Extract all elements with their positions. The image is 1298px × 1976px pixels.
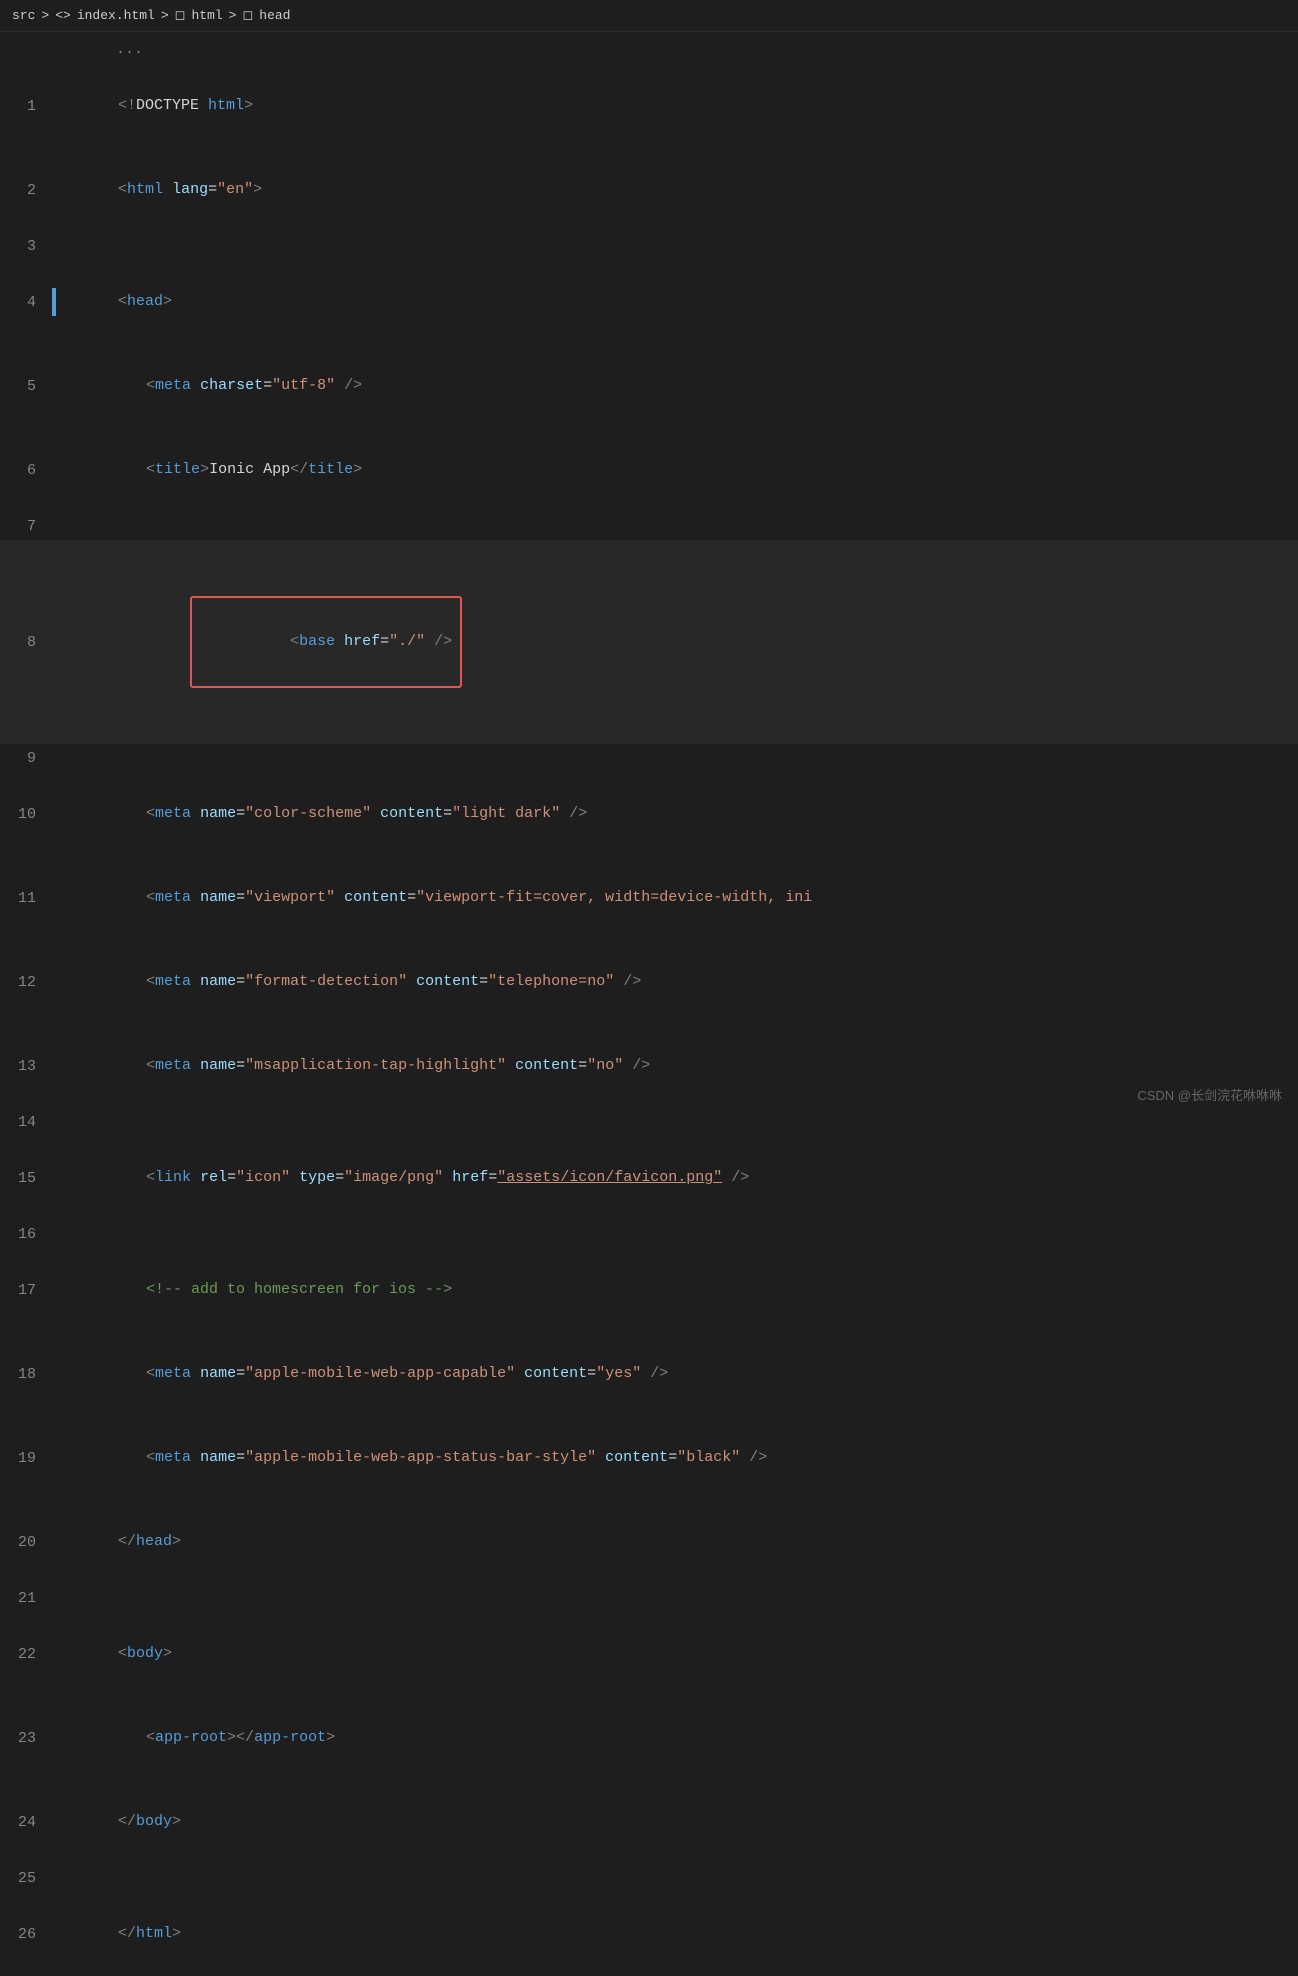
code-line-12: 12 <meta name="format-detection" content… (0, 940, 1298, 1024)
breadcrumb-head-icon: ◻ (242, 8, 253, 23)
code-line-24: 24 </body> (0, 1780, 1298, 1864)
code-line-4: 4 <head> (0, 260, 1298, 344)
code-line-3: 3 (0, 232, 1298, 260)
code-line-14: 14 (0, 1108, 1298, 1136)
code-line-8: 8 <base href="./" /> (0, 540, 1298, 744)
breadcrumb-sep-3: > (229, 8, 237, 23)
breadcrumb-html[interactable]: html (191, 8, 222, 23)
code-line-10: 10 <meta name="color-scheme" content="li… (0, 772, 1298, 856)
code-line-17: 17 <!-- add to homescreen for ios --> (0, 1248, 1298, 1332)
breadcrumb-head[interactable]: head (259, 8, 290, 23)
code-line-19: 19 <meta name="apple-mobile-web-app-stat… (0, 1416, 1298, 1500)
code-line-18: 18 <meta name="apple-mobile-web-app-capa… (0, 1332, 1298, 1416)
code-line-22: 22 <body> (0, 1612, 1298, 1696)
code-line-5: 5 <meta charset="utf-8" /> (0, 344, 1298, 428)
breadcrumb-sep-1: > (41, 8, 49, 23)
watermark: CSDN @长剑浣花咻咻咻 (1137, 1085, 1282, 1104)
code-line-13: 13 <meta name="msapplication-tap-highlig… (0, 1024, 1298, 1108)
code-line-11: 11 <meta name="viewport" content="viewpo… (0, 856, 1298, 940)
code-line-26: 26 </html> (0, 1892, 1298, 1976)
code-line-16: 16 (0, 1220, 1298, 1248)
code-line-23: 23 <app-root></app-root> (0, 1696, 1298, 1780)
code-line-6: 6 <title>Ionic App</title> (0, 428, 1298, 512)
ellipsis-text: ... (56, 38, 1298, 62)
breadcrumb: src > <> index.html > ◻ html > ◻ head (0, 0, 1298, 32)
code-line-21: 21 (0, 1584, 1298, 1612)
breadcrumb-html-node-icon: ◻ (175, 8, 186, 23)
code-editor: ... 1 <!DOCTYPE html> 2 <html lang="en">… (0, 32, 1298, 1976)
code-line-7: 7 (0, 512, 1298, 540)
code-line-15: 15 <link rel="icon" type="image/png" hre… (0, 1136, 1298, 1220)
code-line-1: 1 <!DOCTYPE html> (0, 64, 1298, 148)
breadcrumb-index-html[interactable]: index.html (77, 8, 155, 23)
code-line-25: 25 (0, 1864, 1298, 1892)
breadcrumb-src[interactable]: src (12, 8, 35, 23)
code-line-20: 20 </head> (0, 1500, 1298, 1584)
code-line-9: 9 (0, 744, 1298, 772)
breadcrumb-sep-2: > (161, 8, 169, 23)
code-line-2: 2 <html lang="en"> (0, 148, 1298, 232)
breadcrumb-html-icon: <> (55, 8, 71, 23)
line-ellipsis: ... (0, 36, 1298, 64)
